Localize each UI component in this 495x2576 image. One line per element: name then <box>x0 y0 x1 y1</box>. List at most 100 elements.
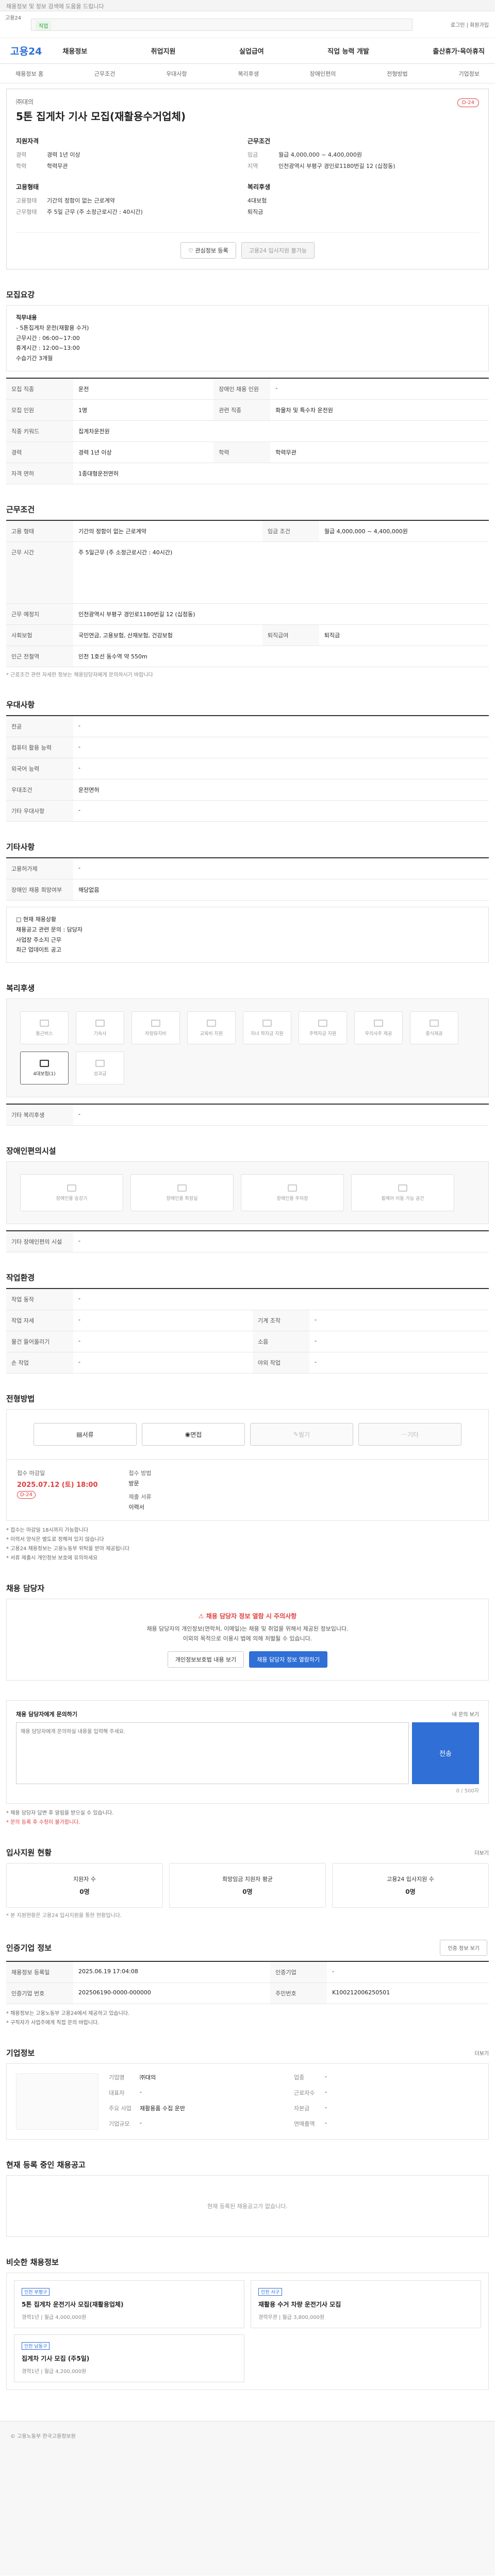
recruit-section: 모집요강 직무내용 - 5톤집게차 운전(재활용 수거) 근무시간 : 06:0… <box>6 289 489 484</box>
step-label: 서류 <box>82 1431 94 1438</box>
info-value: - <box>325 2104 327 2111</box>
gnb: 고용24 채용정보 취업지원 실업급여 직업 능력 개발 출산휴가·육아휴직 <box>0 38 495 64</box>
cell-value: - <box>270 378 489 400</box>
note-line: * 이력서 양식은 별도로 정해져 있지 않습니다 <box>6 1537 104 1543</box>
more-link[interactable]: 더보기 <box>474 2049 489 2057</box>
gnb-item[interactable]: 직업 능력 개발 <box>327 46 369 56</box>
job-card[interactable]: 인천 서구 재활용 수거 차량 운전기사 모집 경력무관 | 월급 3,800,00… <box>251 2280 481 2328</box>
sub-nav: 채용정보 홈 근무조건 우대사항 복리후생 장애인편의 전형방법 기업정보 <box>0 64 495 83</box>
pencil-icon: ✎ <box>293 1431 299 1438</box>
cell-value: 주 5일근무 (주 소정근로시간 : 40시간) <box>73 541 489 604</box>
recruit-content: 직무내용 - 5톤집게차 운전(재활용 수거) 근무시간 : 06:00~17:… <box>6 305 489 371</box>
my-question-link[interactable]: 내 문의 보기 <box>452 1710 479 1718</box>
summary-heading: 지원자격 <box>16 138 39 145</box>
section-title: 우대사항 <box>6 700 35 709</box>
step-etc: ⋯ 기타 <box>358 1423 461 1446</box>
search-input[interactable]: 직업 <box>31 19 412 31</box>
cell-key: 기타 우대사항 <box>6 800 73 822</box>
tab-item[interactable]: 우대사항 <box>166 70 187 78</box>
restroom-icon <box>177 1184 187 1192</box>
welfare-label: 중식제공 <box>425 1031 443 1037</box>
cell-value: 인천광역시 부평구 경인로1180번길 12 (십정동) <box>73 603 489 625</box>
section-title: 현재 등록 중인 채용공고 <box>6 2160 86 2170</box>
etc-box: □ 현재 채용상황 채용공고 관련 문의 : 담당자 사업장 주소지 근무 최근… <box>6 906 489 963</box>
privacy-law-button[interactable]: 개인정보보호법 내용 보기 <box>167 1651 244 1668</box>
cell-value: - <box>73 1289 489 1311</box>
docs-value: 이력서 <box>128 1504 144 1511</box>
welfare-label: 4대보험(1) <box>33 1071 56 1077</box>
tab-item[interactable]: 근무조건 <box>94 70 115 78</box>
method-label: 접수 방법 <box>128 1470 152 1477</box>
gnb-menu: 채용정보 취업지원 실업급여 직업 능력 개발 출산휴가·육아휴직 <box>62 46 485 56</box>
tab-item[interactable]: 채용정보 홈 <box>15 70 43 78</box>
content-line: 직무내용 <box>16 314 37 321</box>
login-links[interactable]: 로그인 | 회원가입 <box>451 21 489 28</box>
tab-item[interactable]: 기업정보 <box>458 70 479 78</box>
qna-input[interactable] <box>16 1722 409 1784</box>
section-title: 복리후생 <box>6 984 35 993</box>
cell-key: 사회보험 <box>6 624 73 646</box>
gnb-item[interactable]: 채용정보 <box>62 46 87 56</box>
job-card[interactable]: 인천 남동구 집게차 기사 모집 (주5일) 경력1년 | 월급 4,200,000… <box>14 2334 244 2382</box>
welfare-item: 교육비 지원 <box>187 1011 236 1045</box>
book-icon <box>207 1019 216 1027</box>
disab-grid: 장애인용 승강기 장애인용 화장실 장애인용 주차장 휠체어 이동 가능 공간 <box>6 1161 489 1225</box>
summary-key: 고용형태 <box>16 197 37 204</box>
site-logo[interactable]: 고용24 <box>10 44 42 58</box>
gnb-item[interactable]: 실업급여 <box>239 46 264 56</box>
more-link[interactable]: 더보기 <box>474 1849 489 1856</box>
disab-label: 장애인용 화장실 <box>166 1196 198 1201</box>
cell-value: - <box>73 1104 489 1126</box>
summary-key: 지역 <box>248 163 258 170</box>
content-line: 사업장 주소지 근무 <box>16 936 61 943</box>
gnb-item[interactable]: 출산휴가·육아휴직 <box>433 46 485 56</box>
applicant-card: 고용24 입사지원 수 0명 <box>332 1862 489 1908</box>
card-label: 고용24 입사지원 수 <box>387 1875 434 1883</box>
cell-key: 자격 면허 <box>6 463 73 484</box>
company-name[interactable]: ㈜대의 <box>16 97 479 106</box>
cell-key: 인증기업 번호 <box>6 1982 73 2004</box>
info-key: 기업명 <box>109 2074 125 2081</box>
other-jobs-section: 현재 등록 중인 채용공고 현재 등록된 채용공고가 없습니다. <box>6 2159 489 2237</box>
job-card[interactable]: 인천 부평구 5톤 집게차 운전기사 모집(재활용업체) 경력1년 | 월급 4,0… <box>14 2280 244 2328</box>
send-button[interactable]: 전송 <box>412 1722 479 1784</box>
region-tag: 인천 서구 <box>258 2287 282 2296</box>
cell-key: 소음 <box>253 1331 309 1353</box>
gnb-item[interactable]: 취업지원 <box>151 46 176 56</box>
info-value: - <box>325 2073 327 2080</box>
region-tag: 인천 남동구 <box>22 2342 50 2350</box>
welfare-item: 중식제공 <box>410 1011 458 1045</box>
tab-item[interactable]: 복리후생 <box>238 70 258 78</box>
cell-value: 화물차 및 특수차 운전원 <box>270 399 489 421</box>
summary-heading: 근무조건 <box>248 138 271 145</box>
info-key: 업종 <box>294 2074 305 2081</box>
cell-value: 집게차운전원 <box>73 420 489 442</box>
search-tag[interactable]: 직업 <box>36 21 52 30</box>
tab-item[interactable]: 장애인편의 <box>310 70 336 78</box>
certify-more-button[interactable]: 인증 정보 보기 <box>440 1939 487 1956</box>
cell-value: 202506190-0000-000000 <box>73 1982 271 2004</box>
view-contact-button[interactable]: 채용 담당자 정보 열람하기 <box>249 1651 328 1668</box>
cell-key: 학력 <box>213 442 271 463</box>
card-value: 0명 <box>79 1888 90 1895</box>
cell-key: 모집 직종 <box>6 378 73 400</box>
job-card-meta: 경력1년 | 월급 4,000,000원 <box>22 2314 87 2320</box>
deadline-value: 2025.07.12 (토) 18:00 <box>17 1481 98 1489</box>
tab-item[interactable]: 전형방법 <box>387 70 407 78</box>
welfare-label: 우리사주 제공 <box>365 1031 392 1037</box>
cell-value: - <box>73 1231 489 1253</box>
cell-value: K100212006250501 <box>327 1982 489 2004</box>
content-line: - 5톤집게차 운전(재활용 수거) <box>16 324 89 331</box>
cell-key: 기타 장애인편의 시설 <box>6 1231 73 1253</box>
cell-key: 주민번호 <box>270 1982 327 2004</box>
section-title: 작업환경 <box>6 1273 35 1283</box>
cell-value: - <box>73 737 489 758</box>
info-value: - <box>140 2119 142 2126</box>
welfare-item: 성과급 <box>76 1052 124 1085</box>
certify-section: 인증기업 정보 인증 정보 보기 채용정보 등록일 2025.06.19 17:04… <box>6 1939 489 2028</box>
heart-icon: ♡ <box>188 247 195 254</box>
cell-key: 장애인 채용 인원 <box>213 378 271 400</box>
applicant-card: 희망임금 지원자 평균 0명 <box>169 1862 326 1908</box>
scrap-button[interactable]: ♡ 관심정보 등록 <box>180 242 236 259</box>
apply-button[interactable]: 고용24 입사지원 불가능 <box>241 242 315 259</box>
